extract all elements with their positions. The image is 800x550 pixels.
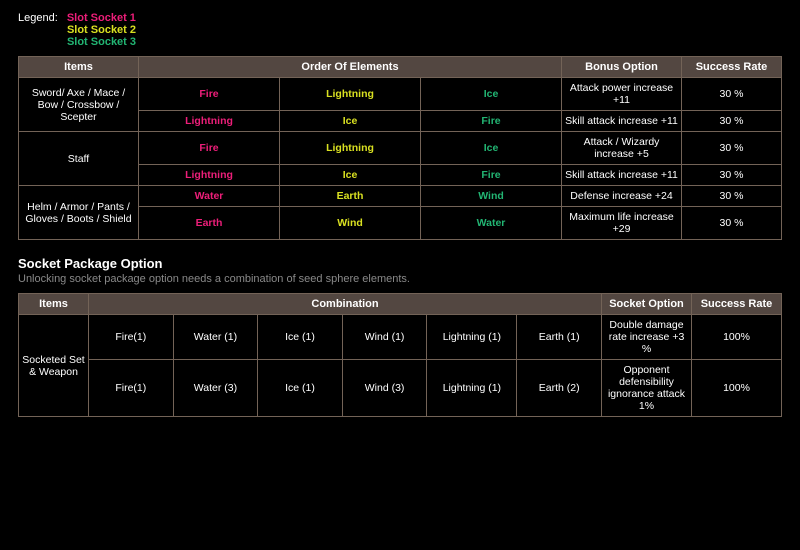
elem-cell: Wind bbox=[421, 186, 562, 207]
hdr-combination: Combination bbox=[89, 294, 602, 315]
elem-cell: Fire bbox=[421, 111, 562, 132]
hdr-rate: Success Rate bbox=[682, 57, 782, 78]
rate-cell: 30 % bbox=[682, 111, 782, 132]
elem-cell: Wind bbox=[280, 207, 421, 240]
section-subtitle: Unlocking socket package option needs a … bbox=[18, 273, 782, 285]
elem-cell: Earth bbox=[139, 207, 280, 240]
elem-cell: Ice bbox=[421, 132, 562, 165]
section-title: Socket Package Option bbox=[18, 256, 782, 271]
comb-cell: Ice (1) bbox=[258, 360, 343, 417]
bonus-cell: Maximum life increase +29 bbox=[562, 207, 682, 240]
hdr-socket-option: Socket Option bbox=[602, 294, 692, 315]
bonus-cell: Skill attack increase +11 bbox=[562, 165, 682, 186]
table-header: Items Combination Socket Option Success … bbox=[19, 294, 782, 315]
table-row: Helm / Armor / Pants / Gloves / Boots / … bbox=[19, 186, 782, 207]
hdr-items: Items bbox=[19, 294, 89, 315]
elem-cell: Fire bbox=[421, 165, 562, 186]
table-header: Items Order Of Elements Bonus Option Suc… bbox=[19, 57, 782, 78]
bonus-cell: Skill attack increase +11 bbox=[562, 111, 682, 132]
elem-cell: Ice bbox=[280, 111, 421, 132]
hdr-bonus: Bonus Option bbox=[562, 57, 682, 78]
elem-cell: Lightning bbox=[280, 132, 421, 165]
comb-cell: Lightning (1) bbox=[427, 360, 517, 417]
rate-cell: 30 % bbox=[682, 165, 782, 186]
comb-cell: Water (3) bbox=[173, 360, 258, 417]
elem-cell: Lightning bbox=[139, 111, 280, 132]
comb-cell: Earth (1) bbox=[517, 315, 602, 360]
elem-cell: Earth bbox=[280, 186, 421, 207]
legend: Legend: Slot Socket 1 Legend: Slot Socke… bbox=[18, 12, 782, 48]
elem-cell: Lightning bbox=[280, 78, 421, 111]
item-cell: Staff bbox=[19, 132, 139, 186]
comb-cell: Wind (3) bbox=[342, 360, 427, 417]
hdr-rate: Success Rate bbox=[692, 294, 782, 315]
comb-cell: Lightning (1) bbox=[427, 315, 517, 360]
comb-cell: Ice (1) bbox=[258, 315, 343, 360]
table-row: Fire(1) Water (3) Ice (1) Wind (3) Light… bbox=[19, 360, 782, 417]
bonus-cell: Attack power increase +11 bbox=[562, 78, 682, 111]
comb-cell: Earth (2) bbox=[517, 360, 602, 417]
legend-label: Legend: bbox=[18, 12, 58, 24]
rate-cell: 30 % bbox=[682, 78, 782, 111]
rate-cell: 30 % bbox=[682, 132, 782, 165]
comb-cell: Fire(1) bbox=[89, 360, 174, 417]
bonus-cell: Defense increase +24 bbox=[562, 186, 682, 207]
elements-table: Items Order Of Elements Bonus Option Suc… bbox=[18, 56, 782, 240]
opt-cell: Opponent defensibility ignorance attack … bbox=[602, 360, 692, 417]
item-cell: Sword/ Axe / Mace / Bow / Crossbow / Sce… bbox=[19, 78, 139, 132]
comb-cell: Wind (1) bbox=[342, 315, 427, 360]
legend-slot2: Slot Socket 2 bbox=[67, 24, 136, 36]
legend-slot3: Slot Socket 3 bbox=[67, 36, 136, 48]
hdr-items: Items bbox=[19, 57, 139, 78]
rate-cell: 100% bbox=[692, 315, 782, 360]
legend-slot1: Slot Socket 1 bbox=[67, 12, 136, 24]
elem-cell: Fire bbox=[139, 132, 280, 165]
elem-cell: Ice bbox=[421, 78, 562, 111]
table-row: Staff Fire Lightning Ice Attack / Wizard… bbox=[19, 132, 782, 165]
comb-cell: Water (1) bbox=[173, 315, 258, 360]
table-row: Socketed Set & Weapon Fire(1) Water (1) … bbox=[19, 315, 782, 360]
hdr-order: Order Of Elements bbox=[139, 57, 562, 78]
elem-cell: Lightning bbox=[139, 165, 280, 186]
bonus-cell: Attack / Wizardy increase +5 bbox=[562, 132, 682, 165]
table-row: Sword/ Axe / Mace / Bow / Crossbow / Sce… bbox=[19, 78, 782, 111]
rate-cell: 30 % bbox=[682, 207, 782, 240]
comb-cell: Fire(1) bbox=[89, 315, 174, 360]
elem-cell: Ice bbox=[280, 165, 421, 186]
rate-cell: 100% bbox=[692, 360, 782, 417]
item-cell: Socketed Set & Weapon bbox=[19, 315, 89, 417]
item-cell: Helm / Armor / Pants / Gloves / Boots / … bbox=[19, 186, 139, 240]
elem-cell: Water bbox=[421, 207, 562, 240]
rate-cell: 30 % bbox=[682, 186, 782, 207]
combination-table: Items Combination Socket Option Success … bbox=[18, 293, 782, 417]
elem-cell: Water bbox=[139, 186, 280, 207]
opt-cell: Double damage rate increase +3 % bbox=[602, 315, 692, 360]
elem-cell: Fire bbox=[139, 78, 280, 111]
